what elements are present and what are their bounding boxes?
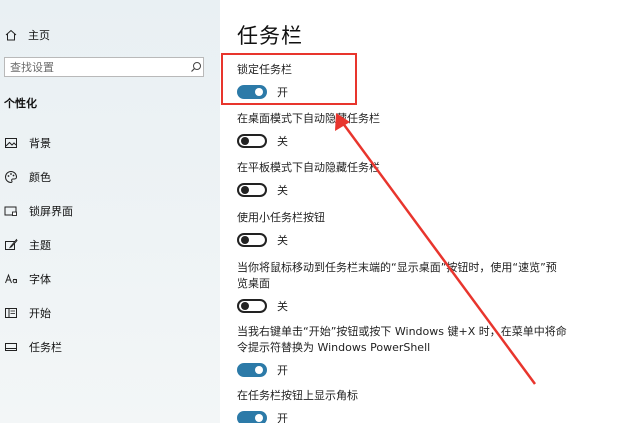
- toggle-state-text: 开: [277, 364, 288, 377]
- setting-small-buttons: 使用小任务栏按钮 关: [237, 210, 567, 248]
- image-icon: [5, 138, 17, 148]
- peek-toggle[interactable]: [237, 299, 267, 313]
- sidebar-item-colors[interactable]: 颜色: [4, 168, 51, 186]
- setting-label: 在任务栏按钮上显示角标: [237, 389, 358, 402]
- sidebar-item-taskbar[interactable]: 任务栏: [4, 338, 62, 356]
- autohide-desktop-toggle[interactable]: [237, 134, 267, 148]
- toggle-knob: [255, 366, 263, 374]
- font-icon: [5, 273, 17, 284]
- setting-label: 使用小任务栏按钮: [237, 211, 325, 224]
- setting-badges: 在任务栏按钮上显示角标 开: [237, 388, 567, 423]
- setting-label: 当我右键单击“开始”按钮或按下 Windows 键+X 时，在菜单中将命令提示符…: [237, 325, 567, 354]
- sidebar-item-label: 任务栏: [29, 341, 62, 354]
- toggle-knob: [241, 302, 249, 310]
- sidebar-item-themes[interactable]: 主题: [4, 236, 51, 254]
- taskbar-icon: [5, 343, 17, 351]
- search-icon[interactable]: [190, 61, 202, 73]
- search-input[interactable]: [5, 60, 186, 74]
- sidebar-item-fonts[interactable]: 字体: [4, 270, 51, 288]
- setting-label: 在平板模式下自动隐藏任务栏: [237, 161, 380, 174]
- page-title: 任务栏: [237, 24, 303, 48]
- sidebar-item-label: 主题: [29, 239, 51, 252]
- sidebar-item-label: 背景: [29, 137, 51, 150]
- start-menu-icon: [5, 308, 17, 318]
- search-box[interactable]: [4, 57, 204, 77]
- setting-label: 当你将鼠标移动到任务栏末端的“显示桌面”按钮时，使用“速览”预览桌面: [237, 261, 557, 290]
- home-icon: [5, 29, 17, 41]
- setting-powershell: 当我右键单击“开始”按钮或按下 Windows 键+X 时，在菜单中将命令提示符…: [237, 324, 567, 378]
- sidebar-item-label: 开始: [29, 307, 51, 320]
- powershell-toggle[interactable]: [237, 363, 267, 377]
- autohide-tablet-toggle[interactable]: [237, 183, 267, 197]
- sidebar: 主页 个性化 背景 颜色: [0, 0, 220, 423]
- setting-autohide-desktop: 在桌面模式下自动隐藏任务栏 关: [237, 111, 567, 149]
- toggle-knob: [255, 414, 263, 422]
- toggle-state-text: 关: [277, 300, 288, 313]
- sidebar-item-home[interactable]: 主页: [4, 26, 50, 44]
- toggle-knob: [241, 236, 249, 244]
- sidebar-item-label: 颜色: [29, 171, 51, 184]
- toggle-knob: [241, 186, 249, 194]
- sidebar-item-start[interactable]: 开始: [4, 304, 51, 322]
- badges-toggle[interactable]: [237, 411, 267, 423]
- lock-screen-icon: [4, 206, 17, 216]
- setting-autohide-tablet: 在平板模式下自动隐藏任务栏 关: [237, 160, 567, 198]
- setting-peek: 当你将鼠标移动到任务栏末端的“显示桌面”按钮时，使用“速览”预览桌面 关: [237, 260, 567, 314]
- sidebar-item-lock-screen[interactable]: 锁屏界面: [4, 202, 73, 220]
- small-buttons-toggle[interactable]: [237, 233, 267, 247]
- toggle-state-text: 关: [277, 135, 288, 148]
- setting-label: 在桌面模式下自动隐藏任务栏: [237, 112, 380, 125]
- sidebar-item-label: 字体: [29, 273, 51, 286]
- annotation-highlight-box: [221, 53, 357, 105]
- sidebar-item-label: 锁屏界面: [29, 205, 73, 218]
- toggle-knob: [241, 137, 249, 145]
- section-title: 个性化: [4, 97, 37, 110]
- toggle-state-text: 关: [277, 234, 288, 247]
- toggle-state-text: 开: [277, 412, 288, 423]
- palette-icon: [5, 170, 18, 184]
- toggle-state-text: 关: [277, 184, 288, 197]
- theme-brush-icon: [5, 238, 18, 250]
- sidebar-item-background[interactable]: 背景: [4, 134, 51, 152]
- sidebar-item-label: 主页: [28, 29, 50, 42]
- settings-window: 主页 个性化 背景 颜色: [0, 0, 620, 423]
